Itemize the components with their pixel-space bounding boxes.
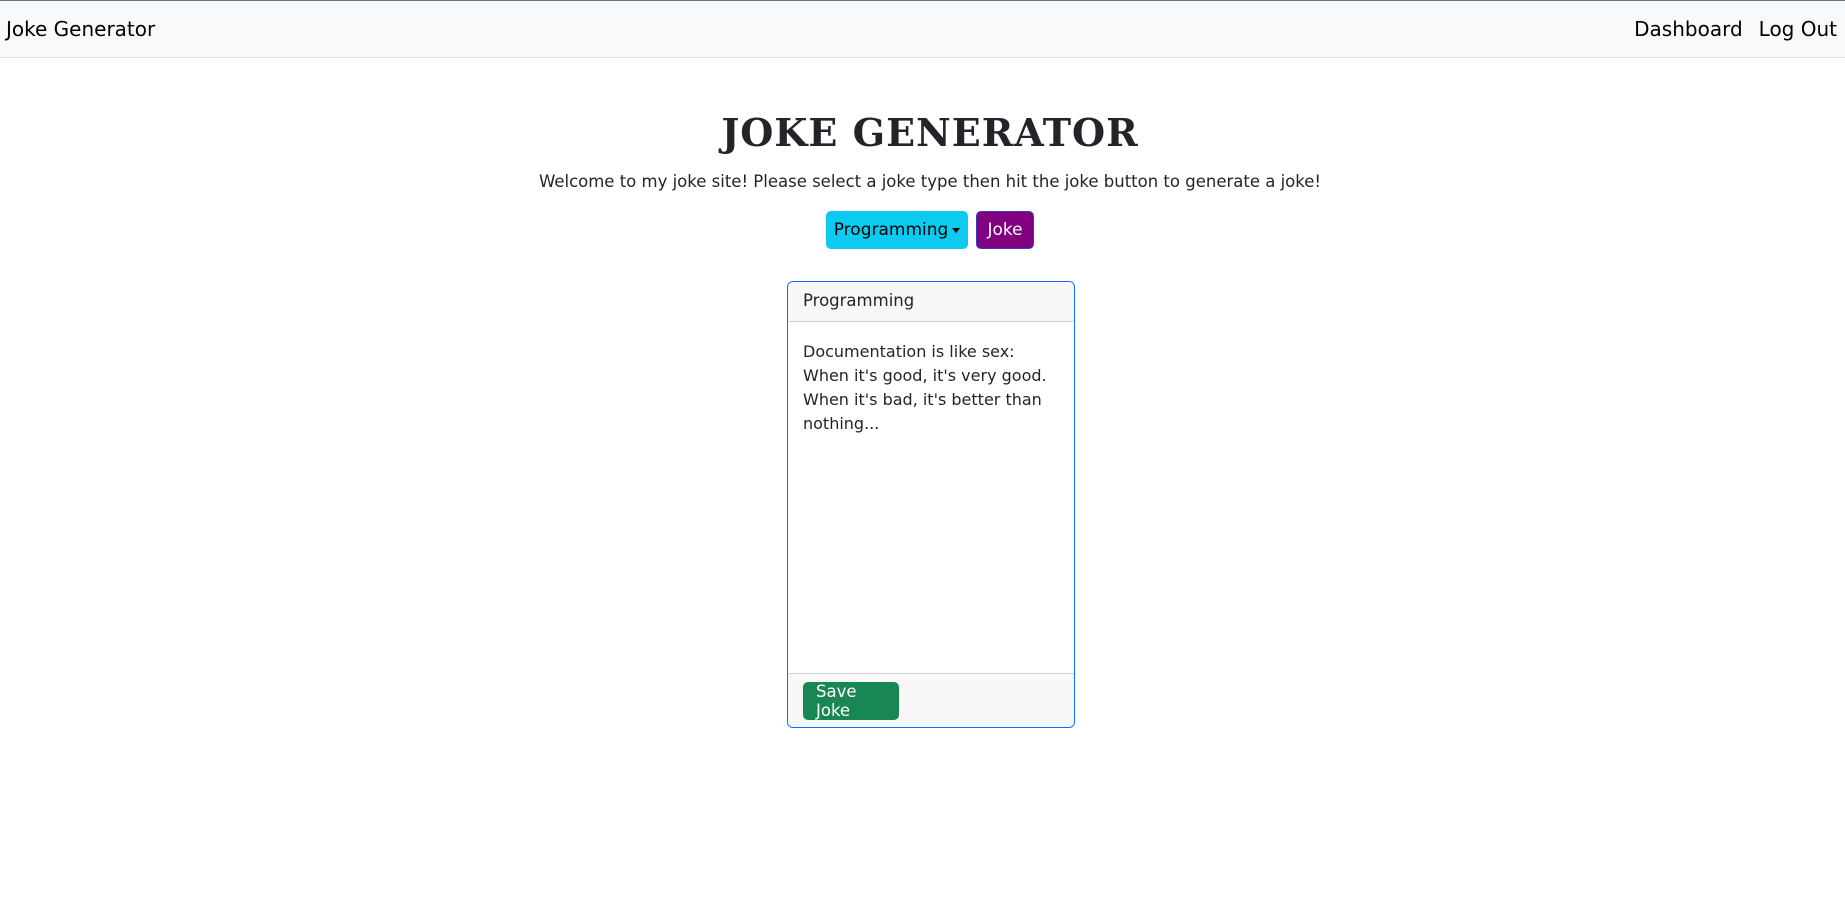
joke-card-body: Documentation is like sex: When it's goo… [803,342,1047,433]
nav-dashboard-link[interactable]: Dashboard [1634,17,1743,41]
joke-type-dropdown[interactable]: Programming [826,211,968,249]
joke-button[interactable]: Joke [976,211,1034,249]
brand-link[interactable]: Joke Generator [6,17,155,41]
caret-down-icon [952,227,961,233]
joke-card-footer: Save Joke [788,673,1074,727]
joke-card-header: Programming [788,282,1074,322]
nav-logout-link[interactable]: Log Out [1759,17,1837,41]
save-joke-button[interactable]: Save Joke [803,682,899,720]
page-title: JOKE GENERATOR [721,110,1139,155]
joke-type-selected-label: Programming [833,220,949,240]
welcome-text: Welcome to my joke site! Please select a… [538,172,1322,191]
nav-links: Dashboard Log Out [1634,17,1837,41]
navbar: Joke Generator Dashboard Log Out [0,0,1845,58]
joke-controls: Programming Joke [826,211,1034,249]
joke-card: Programming Documentation is like sex: W… [787,281,1075,728]
